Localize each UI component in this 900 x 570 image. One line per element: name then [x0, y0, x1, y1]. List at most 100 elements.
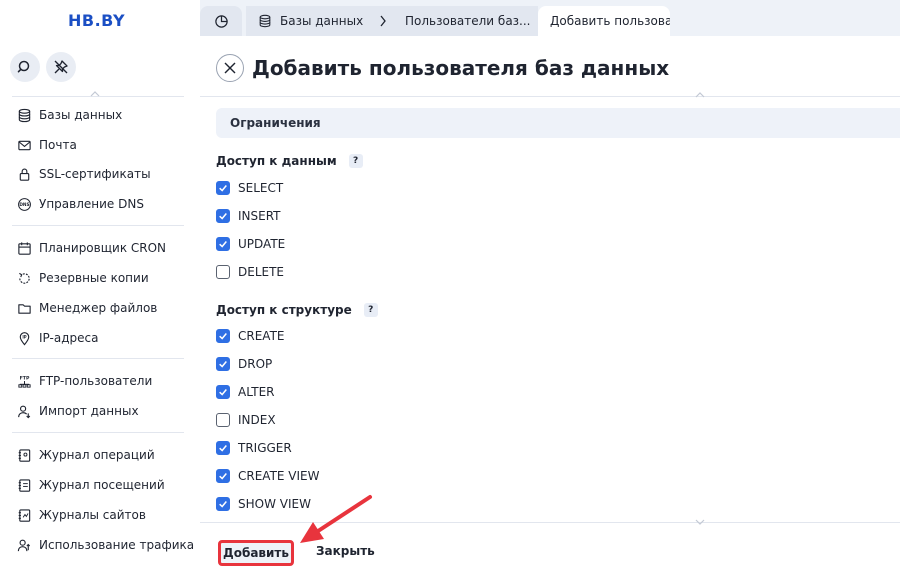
lock-icon: [16, 166, 32, 182]
add-button[interactable]: Добавить: [218, 540, 294, 566]
checkbox-show-view[interactable]: SHOW VIEW: [216, 495, 311, 513]
sidebar-item-label: IP-адреса: [39, 331, 99, 345]
checkbox-label: DELETE: [238, 265, 285, 279]
close-icon: [224, 62, 236, 74]
journal-icon: [16, 447, 32, 463]
checkbox-index[interactable]: INDEX: [216, 411, 276, 429]
close-dialog-button[interactable]: [216, 54, 244, 82]
tab-db-users[interactable]: Пользователи баз...: [396, 6, 538, 36]
site-logs-icon: [16, 507, 32, 523]
checkbox-unchecked-icon[interactable]: [216, 413, 230, 427]
group-label-structure-access: Доступ к структуре ?: [216, 303, 378, 317]
search-icon: [17, 60, 30, 73]
sidebar-item-label: Почта: [39, 138, 77, 152]
checkbox-checked-icon[interactable]: [216, 237, 230, 251]
pin-off-icon: [54, 60, 68, 74]
sidebar-item-data-import[interactable]: Импорт данных: [16, 400, 196, 422]
checkbox-delete[interactable]: DELETE: [216, 263, 284, 281]
sidebar-divider: [12, 432, 184, 433]
checkbox-checked-icon[interactable]: [216, 469, 230, 483]
ip-icon: IP: [16, 330, 32, 346]
checkbox-update[interactable]: UPDATE: [216, 235, 285, 253]
sidebar-item-site-logs[interactable]: Журналы сайтов: [16, 504, 196, 526]
checkbox-label: INSERT: [238, 209, 281, 223]
visits-log-icon: [16, 477, 32, 493]
checkbox-checked-icon[interactable]: [216, 329, 230, 343]
checkbox-create[interactable]: CREATE: [216, 327, 285, 345]
checkbox-label: SELECT: [238, 181, 284, 195]
unpin-button[interactable]: [46, 52, 76, 82]
checkbox-checked-icon[interactable]: [216, 209, 230, 223]
help-icon[interactable]: ?: [363, 303, 378, 317]
dns-icon: DNS: [16, 196, 32, 212]
svg-text:FTP: FTP: [19, 375, 29, 381]
section-header-restrictions[interactable]: Ограничения: [216, 108, 900, 138]
user-import-icon: [16, 403, 32, 419]
sidebar-item-ip[interactable]: IP IP-адреса: [16, 327, 196, 349]
chevron-up-icon[interactable]: [695, 92, 705, 98]
search-button[interactable]: [10, 52, 40, 82]
checkbox-label: INDEX: [238, 413, 276, 427]
sidebar-item-label: Менеджер файлов: [39, 301, 158, 315]
add-db-user-dialog: Добавить пользователя баз данных Огранич…: [200, 36, 900, 570]
checkbox-label: UPDATE: [238, 237, 286, 251]
checkbox-checked-icon[interactable]: [216, 385, 230, 399]
svg-text:DNS: DNS: [19, 202, 29, 208]
sidebar-item-file-manager[interactable]: Менеджер файлов: [16, 297, 196, 319]
backup-icon: [16, 270, 32, 286]
sidebar-item-label: FTP-пользователи: [39, 374, 153, 388]
sidebar-item-label: Импорт данных: [39, 404, 139, 418]
tab-label: Пользователи баз...: [405, 14, 531, 28]
database-icon: [259, 14, 271, 28]
checkbox-label: ALTER: [238, 385, 275, 399]
checkbox-label: SHOW VIEW: [238, 497, 311, 511]
sidebar-item-cron[interactable]: Планировщик CRON: [16, 237, 196, 259]
sidebar-item-label: Управление DNS: [39, 197, 144, 211]
sidebar-item-traffic[interactable]: Использование трафика: [16, 534, 196, 556]
checkbox-alter[interactable]: ALTER: [216, 383, 275, 401]
sidebar-item-ssl[interactable]: SSL-сертификаты: [16, 163, 196, 185]
header-divider: [200, 96, 900, 97]
database-icon: [16, 107, 32, 123]
checkbox-checked-icon[interactable]: [216, 357, 230, 371]
checkbox-unchecked-icon[interactable]: [216, 265, 230, 279]
sidebar-item-label: SSL-сертификаты: [39, 167, 151, 181]
tab-bar: Базы данных Пользователи баз... Добавить…: [200, 0, 900, 38]
sidebar-item-mail[interactable]: Почта: [16, 134, 196, 156]
checkbox-create-view[interactable]: CREATE VIEW: [216, 467, 320, 485]
sidebar-item-visits-log[interactable]: Журнал посещений: [16, 474, 196, 496]
chevron-right-icon: [380, 15, 386, 27]
checkbox-checked-icon[interactable]: [216, 181, 230, 195]
tab-dashboard[interactable]: [200, 6, 242, 36]
sidebar-item-label: Резервные копии: [39, 271, 149, 285]
help-icon[interactable]: ?: [348, 154, 363, 168]
tab-label: Базы данных: [280, 14, 364, 28]
sidebar-item-operations-log[interactable]: Журнал операций: [16, 444, 196, 466]
brand-logo[interactable]: HB.BY: [68, 11, 125, 30]
sidebar-item-ftp-users[interactable]: FTP FTP-пользователи: [16, 370, 196, 392]
checkbox-label: CREATE: [238, 329, 285, 343]
checkbox-insert[interactable]: INSERT: [216, 207, 281, 225]
sidebar: HB.BY Базы данных Почта SSL-сертификаты …: [0, 0, 200, 570]
close-button[interactable]: Закрыть: [316, 544, 375, 558]
calendar-icon: [16, 240, 32, 256]
checkbox-label: TRIGGER: [238, 441, 292, 455]
checkbox-select[interactable]: SELECT: [216, 179, 283, 197]
checkbox-drop[interactable]: DROP: [216, 355, 272, 373]
checkbox-trigger[interactable]: TRIGGER: [216, 439, 292, 457]
sidebar-item-backups[interactable]: Резервные копии: [16, 267, 196, 289]
sidebar-item-label: Планировщик CRON: [39, 241, 167, 255]
tab-add-db-user[interactable]: Добавить пользова...: [538, 6, 670, 36]
chevron-down-icon[interactable]: [695, 519, 705, 525]
sidebar-item-databases[interactable]: Базы данных: [16, 104, 196, 126]
tab-databases[interactable]: Базы данных: [246, 6, 396, 36]
checkbox-label: CREATE VIEW: [238, 469, 320, 483]
sidebar-item-label: Использование трафика: [39, 538, 195, 552]
chevron-up-icon[interactable]: [90, 91, 100, 97]
sidebar-divider: [12, 358, 184, 359]
checkbox-checked-icon[interactable]: [216, 497, 230, 511]
sidebar-item-label: Базы данных: [39, 108, 123, 122]
group-label-data-access: Доступ к данным ?: [216, 154, 363, 168]
sidebar-item-dns[interactable]: DNS Управление DNS: [16, 193, 196, 215]
checkbox-checked-icon[interactable]: [216, 441, 230, 455]
